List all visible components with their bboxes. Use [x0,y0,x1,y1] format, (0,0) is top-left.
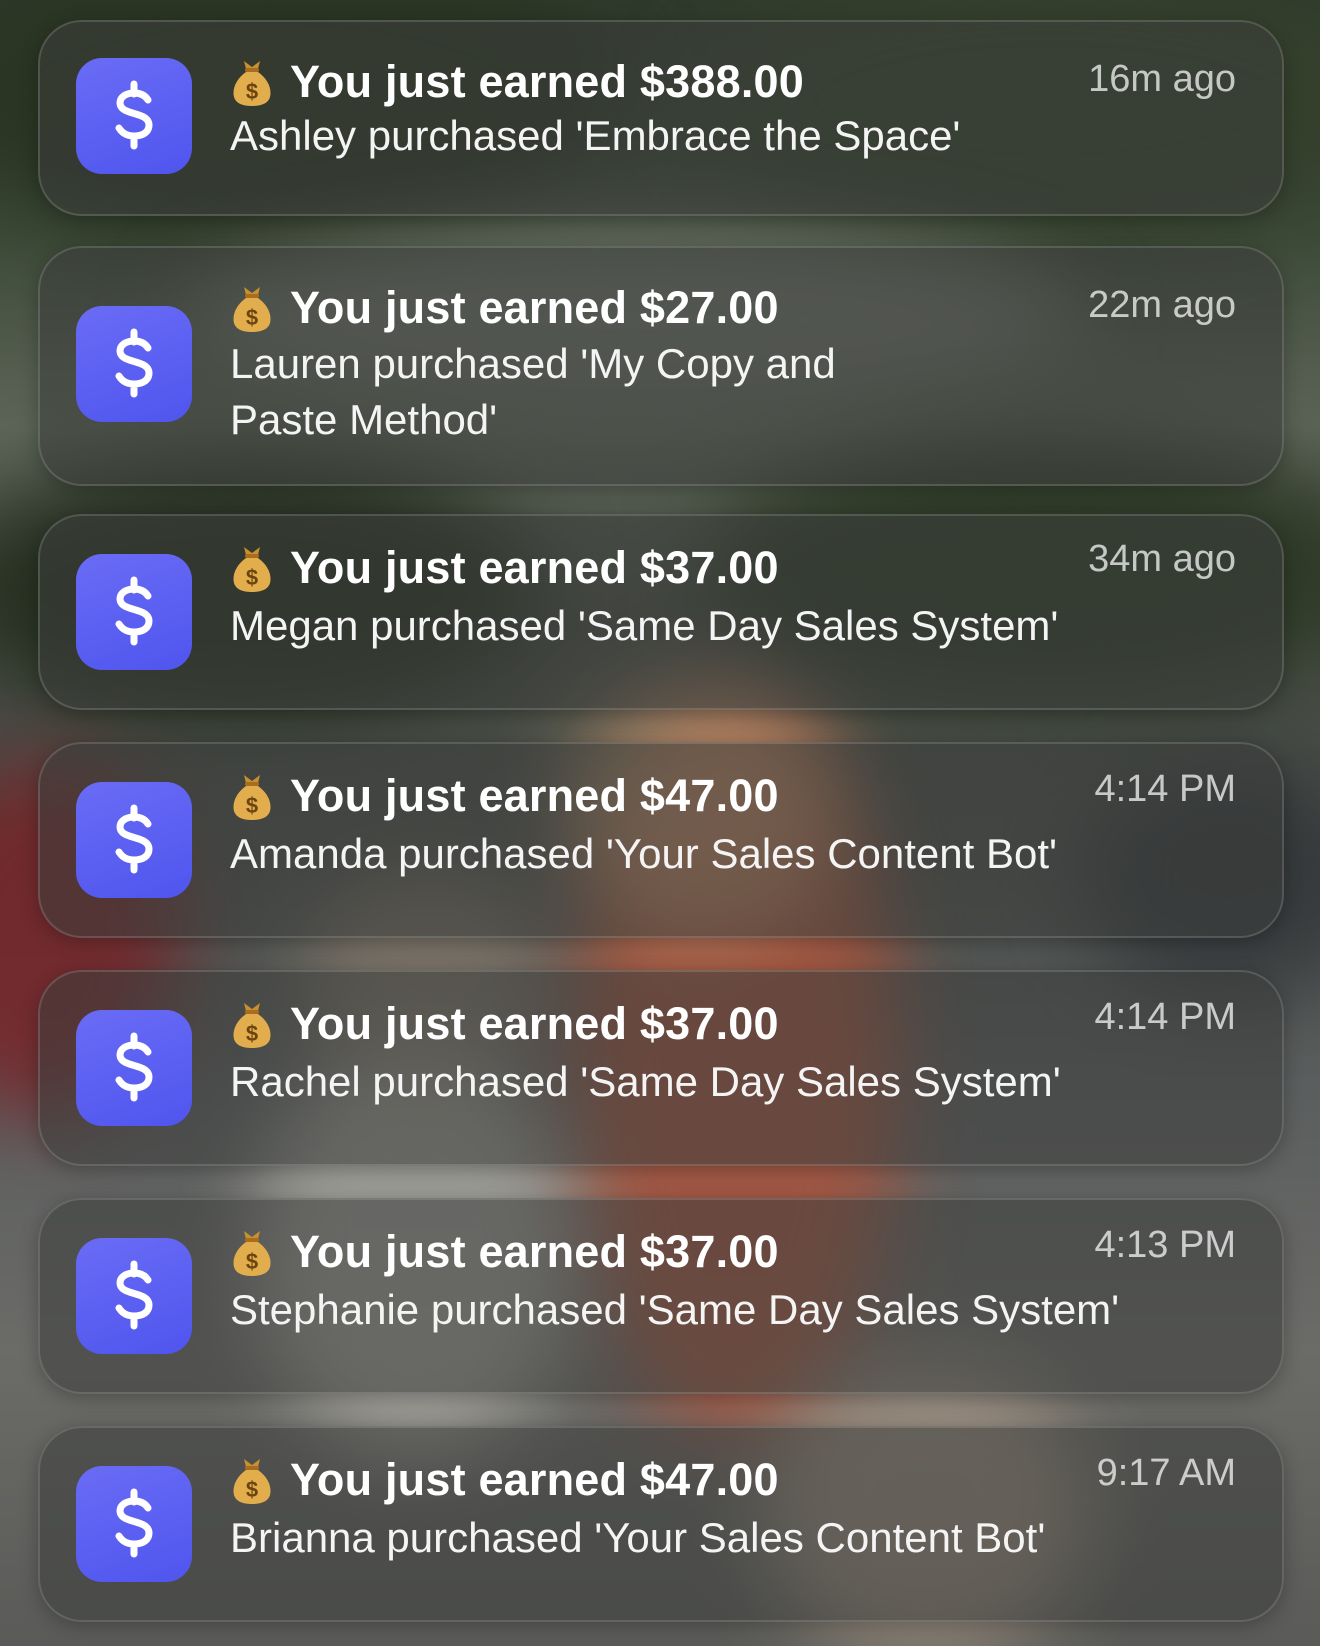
notification-time: 9:17 AM [1096,1452,1236,1494]
notification-body: Lauren purchased 'My Copy and Paste Meth… [230,340,836,443]
money-bag-icon: $ [230,57,274,107]
svg-text:$: $ [246,793,258,818]
svg-text:$: $ [246,565,258,590]
money-bag-icon: $ [230,1227,274,1277]
notification-stack: $ You just earned $388.00 16m ago Ashley… [0,0,1320,1646]
notification-card[interactable]: $ You just earned $37.00 34m ago Megan p… [38,514,1284,710]
dollar-sign-app-icon [76,1010,192,1126]
notification-body: Rachel purchased 'Same Day Sales System' [230,1058,1061,1105]
money-bag-icon: $ [230,771,274,821]
svg-text:$: $ [246,1249,258,1274]
notification-card[interactable]: $ You just earned $37.00 4:13 PM Stephan… [38,1198,1284,1394]
notification-time: 22m ago [1088,284,1236,326]
money-bag-icon: $ [230,283,274,333]
notification-body: Brianna purchased 'Your Sales Content Bo… [230,1514,1046,1561]
notification-title: You just earned $47.00 [290,770,779,821]
notification-time: 16m ago [1088,58,1236,100]
money-bag-icon: $ [230,999,274,1049]
notification-card[interactable]: $ You just earned $27.00 22m ago Lauren … [38,246,1284,486]
dollar-sign-app-icon [76,58,192,174]
notification-body: Stephanie purchased 'Same Day Sales Syst… [230,1286,1120,1333]
notification-title: You just earned $37.00 [290,998,779,1049]
notification-body: Ashley purchased 'Embrace the Space' [230,112,961,159]
svg-text:$: $ [246,1477,258,1502]
notification-title: You just earned $37.00 [290,1226,779,1277]
notification-body: Megan purchased 'Same Day Sales System' [230,602,1059,649]
notification-time: 34m ago [1088,538,1236,580]
notification-time: 4:14 PM [1094,768,1236,810]
notification-title: You just earned $27.00 [290,282,779,333]
dollar-sign-app-icon [76,1238,192,1354]
dollar-sign-app-icon [76,782,192,898]
notification-title: You just earned $47.00 [290,1454,779,1505]
dollar-sign-app-icon [76,306,192,422]
dollar-sign-app-icon [76,554,192,670]
money-bag-icon: $ [230,543,274,593]
svg-text:$: $ [246,79,258,104]
notification-card[interactable]: $ You just earned $37.00 4:14 PM Rachel … [38,970,1284,1166]
svg-text:$: $ [246,305,258,330]
notification-card[interactable]: $ You just earned $47.00 4:14 PM Amanda … [38,742,1284,938]
notification-body: Amanda purchased 'Your Sales Content Bot… [230,830,1058,877]
notification-time: 4:14 PM [1094,996,1236,1038]
notification-title: You just earned $388.00 [290,56,804,107]
notification-time: 4:13 PM [1094,1224,1236,1266]
notification-card[interactable]: $ You just earned $388.00 16m ago Ashley… [38,20,1284,216]
money-bag-icon: $ [230,1455,274,1505]
notification-title: You just earned $37.00 [290,542,779,593]
dollar-sign-app-icon [76,1466,192,1582]
notification-card[interactable]: $ You just earned $47.00 9:17 AM Brianna… [38,1426,1284,1622]
svg-text:$: $ [246,1021,258,1046]
